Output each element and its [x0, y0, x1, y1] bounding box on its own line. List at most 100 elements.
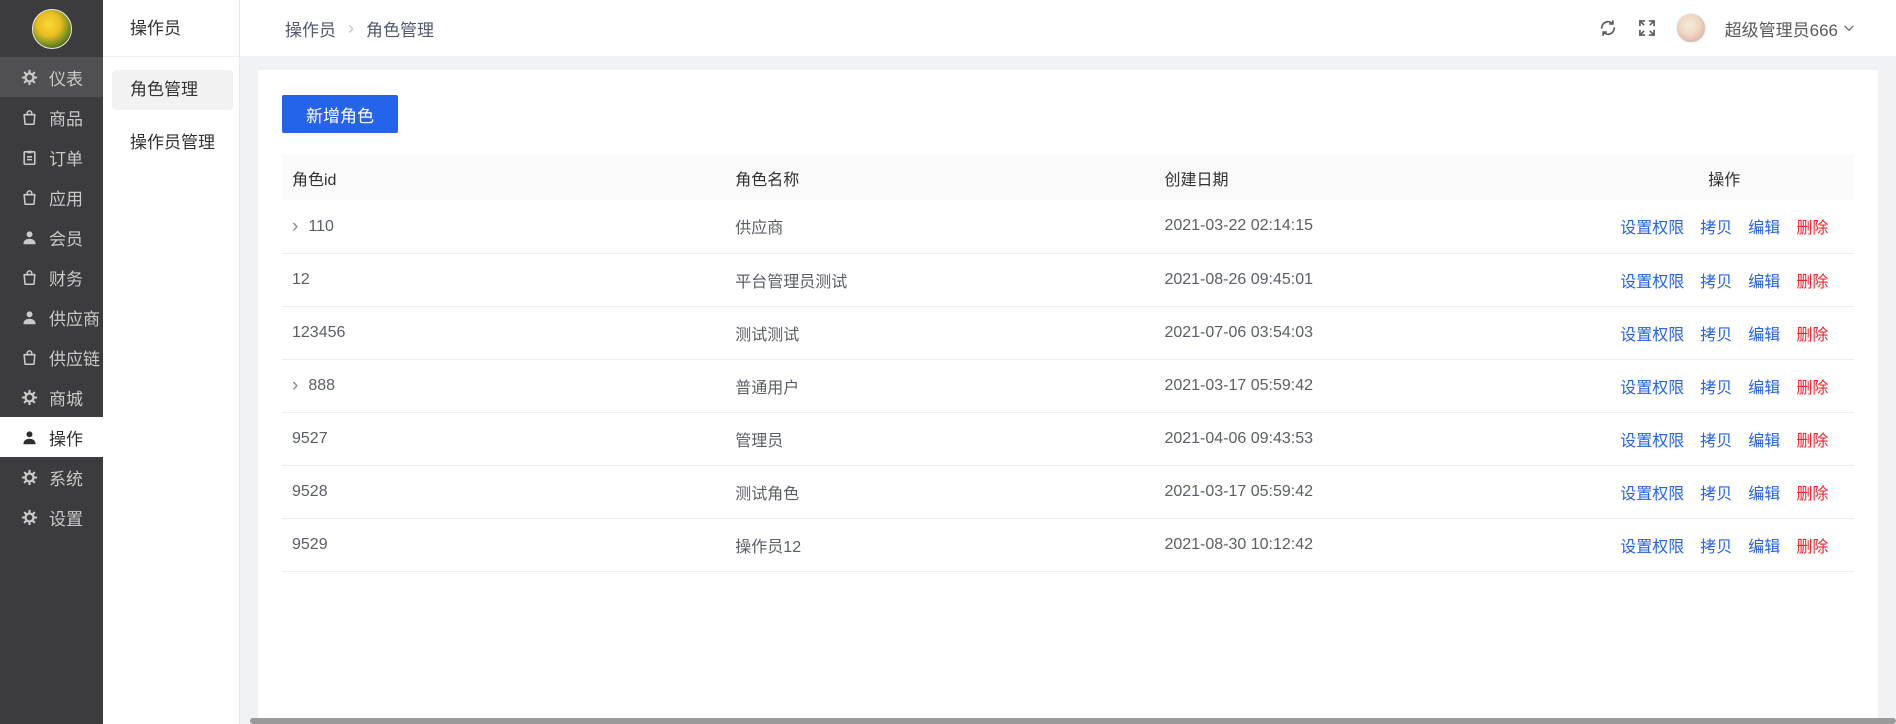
set-permissions-link[interactable]: 设置权限 [1620, 274, 1684, 291]
cell-created-date: 2021-04-06 09:43:53 [1154, 412, 1595, 466]
person-icon [21, 229, 38, 246]
set-permissions-link[interactable]: 设置权限 [1620, 220, 1684, 237]
set-permissions-link[interactable]: 设置权限 [1620, 433, 1684, 450]
column-header: 创建日期 [1154, 155, 1595, 200]
sidebar-item-orders[interactable]: 订单 [0, 137, 103, 177]
delete-link[interactable]: 删除 [1796, 274, 1828, 291]
breadcrumb-item[interactable]: 操作员 [285, 16, 336, 41]
edit-link[interactable]: 编辑 [1748, 380, 1780, 397]
breadcrumb: 操作员 › 角色管理 [285, 16, 434, 41]
copy-link[interactable]: 拷贝 [1700, 486, 1732, 503]
cell-role-id: › 110 [282, 200, 726, 254]
column-header: 角色名称 [725, 155, 1155, 200]
expand-row-icon[interactable]: › [292, 217, 298, 236]
table-body: › 110 供应商 2021-03-22 02:14:15 设置权限 拷贝 编辑 删除 12 平台… [282, 200, 1854, 572]
person-icon [21, 429, 38, 446]
sidebar-item-label: 供应商 [49, 309, 100, 329]
cell-role-name: 操作员12 [725, 518, 1155, 572]
fullscreen-icon[interactable] [1637, 18, 1657, 38]
sidebar-item-finance[interactable]: 财务 [0, 257, 103, 297]
copy-link[interactable]: 拷贝 [1700, 539, 1732, 556]
edit-link[interactable]: 编辑 [1748, 274, 1780, 291]
sidebar-item-dashboard[interactable]: 仪表 [0, 57, 103, 97]
cell-role-id: 123456 [282, 306, 726, 360]
delete-link[interactable]: 删除 [1796, 220, 1828, 237]
role-id-value: 110 [308, 217, 334, 235]
submenu-item-role-management[interactable]: 角色管理 [112, 70, 233, 110]
cell-role-name: 供应商 [725, 200, 1155, 254]
table-row: 12 平台管理员测试 2021-08-26 09:45:01 设置权限 拷贝 编辑 删除 [282, 253, 1854, 307]
breadcrumb-item: 角色管理 [366, 20, 434, 40]
expand-row-icon[interactable]: › [292, 376, 298, 395]
person-icon [21, 309, 38, 326]
delete-link[interactable]: 删除 [1796, 327, 1828, 344]
header-right: 超级管理员666 [1598, 13, 1856, 43]
table-row: › 110 供应商 2021-03-22 02:14:15 设置权限 拷贝 编辑 删除 [282, 200, 1854, 254]
edit-link[interactable]: 编辑 [1748, 327, 1780, 344]
cell-actions: 设置权限 拷贝 编辑 删除 [1594, 200, 1854, 254]
delete-link[interactable]: 删除 [1796, 380, 1828, 397]
edit-link[interactable]: 编辑 [1748, 220, 1780, 237]
bag-icon [21, 109, 38, 126]
cell-role-name: 测试测试 [725, 306, 1155, 360]
copy-link[interactable]: 拷贝 [1700, 327, 1732, 344]
set-permissions-link[interactable]: 设置权限 [1620, 539, 1684, 556]
delete-link[interactable]: 删除 [1796, 486, 1828, 503]
sidebar-item-apps[interactable]: 应用 [0, 177, 103, 217]
secondary-sidebar: 操作员 角色管理 操作员管理 [103, 0, 240, 724]
gear-icon [21, 389, 38, 406]
cell-created-date: 2021-03-22 02:14:15 [1154, 200, 1595, 254]
table-row: 9528 测试角色 2021-03-17 05:59:42 设置权限 拷贝 编辑 删除 [282, 465, 1854, 519]
delete-link[interactable]: 删除 [1796, 433, 1828, 450]
cell-role-id: 9527 [282, 412, 726, 466]
refresh-icon[interactable] [1598, 18, 1618, 38]
sidebar-item-suppliers[interactable]: 供应商 [0, 297, 103, 337]
top-header: 操作员 › 角色管理 超级管理员666 [240, 0, 1896, 57]
roles-table: 角色id 角色名称 创建日期 操作 › 110 供应商 2021-03-22 02:14:1… [282, 155, 1854, 572]
user-name: 超级管理员666 [1724, 20, 1838, 40]
horizontal-scrollbar[interactable] [250, 718, 1896, 724]
logo-container [0, 0, 103, 57]
sidebar-item-system[interactable]: 系统 [0, 457, 103, 497]
user-menu[interactable]: 超级管理员666 [1725, 16, 1856, 41]
role-id-value: 9527 [292, 429, 328, 447]
copy-link[interactable]: 拷贝 [1700, 274, 1732, 291]
sidebar-item-label: 仪表 [49, 69, 83, 89]
copy-link[interactable]: 拷贝 [1700, 433, 1732, 450]
table-header-row: 角色id 角色名称 创建日期 操作 [282, 155, 1854, 200]
primary-sidebar: 仪表商品订单应用会员 财务供应商供应链 商城 操作 系统 设置 [0, 0, 103, 724]
cell-role-id: › 888 [282, 359, 726, 413]
role-id-value: 9529 [292, 535, 328, 553]
table-row: › 888 普通用户 2021-03-17 05:59:42 设置权限 拷贝 编辑 删除 [282, 359, 1854, 413]
cell-role-name: 平台管理员测试 [725, 253, 1155, 307]
cell-actions: 设置权限 拷贝 编辑 删除 [1594, 253, 1854, 307]
sidebar-item-operations[interactable]: 操作 [0, 417, 103, 457]
clipboard-icon [21, 149, 38, 166]
role-id-value: 123456 [292, 323, 346, 341]
delete-link[interactable]: 删除 [1796, 539, 1828, 556]
copy-link[interactable]: 拷贝 [1700, 220, 1732, 237]
edit-link[interactable]: 编辑 [1748, 433, 1780, 450]
sidebar-item-label: 订单 [49, 149, 83, 169]
copy-link[interactable]: 拷贝 [1700, 380, 1732, 397]
cell-role-id: 12 [282, 253, 726, 307]
edit-link[interactable]: 编辑 [1748, 539, 1780, 556]
set-permissions-link[interactable]: 设置权限 [1620, 486, 1684, 503]
cell-role-id: 9529 [282, 518, 726, 572]
set-permissions-link[interactable]: 设置权限 [1620, 380, 1684, 397]
user-avatar[interactable] [1675, 13, 1706, 43]
app-logo[interactable] [31, 8, 72, 49]
sidebar-item-settings[interactable]: 设置 [0, 497, 103, 537]
sidebar-item-mall[interactable]: 商城 [0, 377, 103, 417]
role-id-value: 12 [292, 270, 310, 288]
edit-link[interactable]: 编辑 [1748, 486, 1780, 503]
sidebar-item-label: 应用 [49, 189, 83, 209]
add-role-button[interactable]: 新增角色 [282, 95, 398, 133]
sidebar-item-members[interactable]: 会员 [0, 217, 103, 257]
sidebar-item-supply-chain[interactable]: 供应链 [0, 337, 103, 377]
sidebar-item-goods[interactable]: 商品 [0, 97, 103, 137]
set-permissions-link[interactable]: 设置权限 [1620, 327, 1684, 344]
sidebar-item-label: 商品 [49, 109, 83, 129]
submenu-item-operator-management[interactable]: 操作员管理 [112, 123, 233, 163]
column-header: 角色id [282, 155, 726, 200]
